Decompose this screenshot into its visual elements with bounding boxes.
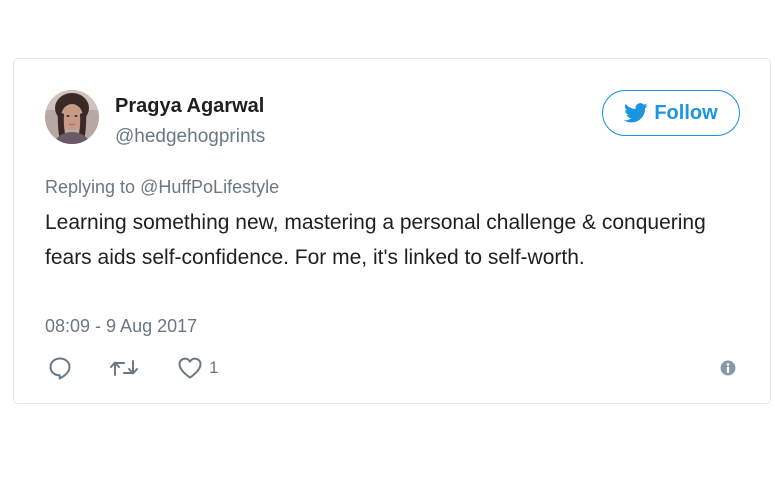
follow-button-label: Follow (654, 102, 718, 124)
reply-icon (49, 357, 71, 380)
info-button[interactable] (720, 360, 736, 376)
author-display-name[interactable]: Pragya Agarwal (115, 95, 264, 117)
info-icon (720, 360, 736, 376)
reply-context-handle[interactable]: @HuffPoLifestyle (140, 177, 279, 197)
retweet-button[interactable] (109, 355, 139, 381)
author-handle[interactable]: @hedgehogprints (115, 126, 265, 148)
heart-icon (178, 357, 202, 379)
tweet-card: Pragya Agarwal @hedgehogprints Follow Re… (13, 58, 771, 404)
avatar[interactable] (45, 90, 99, 144)
follow-button[interactable]: Follow (602, 90, 740, 136)
reply-button[interactable] (47, 355, 73, 381)
reply-context: Replying to @HuffPoLifestyle (45, 176, 279, 198)
avatar-photo (45, 90, 99, 144)
like-button[interactable]: 1 (177, 355, 218, 381)
like-count: 1 (209, 358, 219, 377)
reply-context-prefix: Replying to (45, 177, 136, 197)
twitter-bird-icon (624, 103, 648, 123)
tweet-timestamp[interactable]: 08:09 - 9 Aug 2017 (45, 315, 197, 337)
tweet-text: Learning something new, mastering a pers… (45, 211, 706, 269)
retweet-icon (110, 360, 138, 376)
